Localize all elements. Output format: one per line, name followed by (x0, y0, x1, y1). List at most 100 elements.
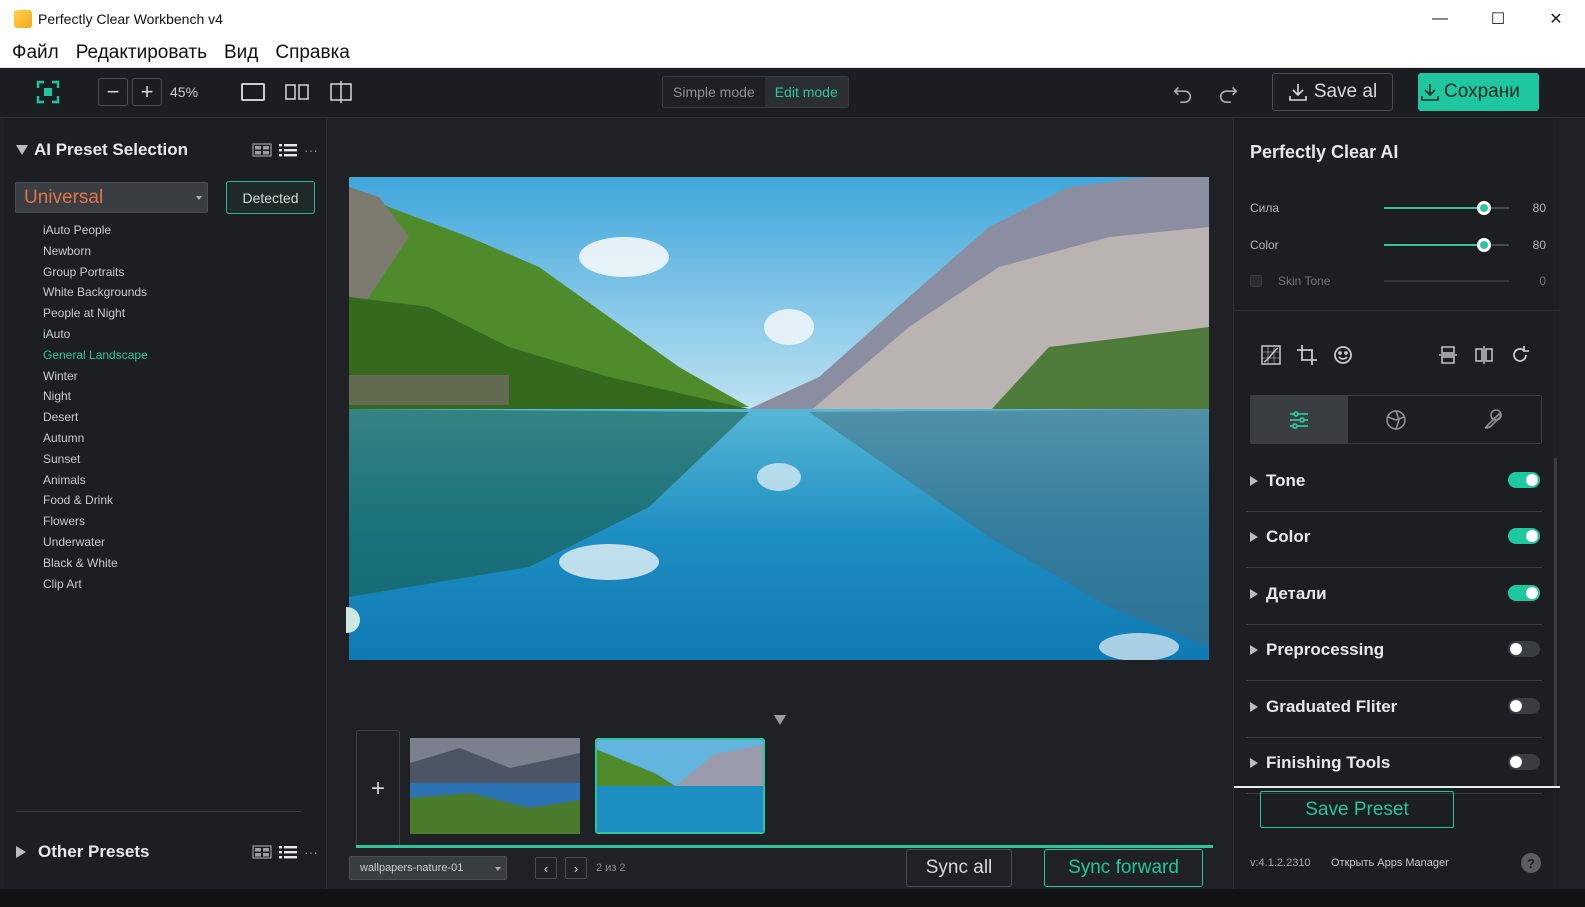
preset-list: iAuto People Newborn Group Portraits White … (43, 220, 148, 594)
preset-item[interactable]: Desert (43, 407, 148, 428)
preset-item[interactable]: People at Night (43, 303, 148, 324)
menu-help[interactable]: Справка (275, 42, 350, 64)
side-by-side-icon[interactable] (284, 80, 310, 104)
preset-item[interactable]: iAuto People (43, 220, 148, 241)
crop-icon[interactable] (1296, 344, 1318, 366)
redo-icon[interactable] (1217, 82, 1239, 104)
more-options-icon[interactable]: ··· (304, 142, 318, 158)
sync-all-button[interactable]: Sync all (906, 849, 1012, 887)
skin-tone-checkbox[interactable] (1250, 275, 1262, 287)
grid-view-icon[interactable] (252, 142, 272, 158)
maximize-button[interactable]: ☐ (1469, 0, 1527, 38)
preset-item[interactable]: White Backgrounds (43, 282, 148, 303)
section-label: Color (1266, 527, 1311, 547)
slider-knob[interactable] (1477, 238, 1491, 252)
section-toggle[interactable] (1508, 472, 1540, 488)
detected-button[interactable]: Detected (226, 181, 315, 214)
tab-effects[interactable] (1348, 396, 1445, 443)
section-toggle[interactable] (1508, 584, 1540, 601)
slider-value: 80 (1532, 238, 1546, 252)
preset-item[interactable]: Winter (43, 366, 148, 387)
section-row[interactable]: Tone (1246, 456, 1542, 512)
preset-item[interactable]: Night (43, 386, 148, 407)
menu-file[interactable]: Файл (12, 42, 59, 64)
window-controls: — ☐ ✕ (1411, 0, 1585, 38)
menu-edit[interactable]: Редактировать (76, 42, 207, 64)
fit-screen-icon[interactable] (36, 80, 60, 104)
flip-vertical-icon[interactable] (1437, 344, 1459, 366)
section-toggle[interactable] (1508, 528, 1540, 545)
rotate-icon[interactable] (1509, 344, 1531, 366)
preset-item[interactable]: Animals (43, 470, 148, 491)
preset-item[interactable]: iAuto (43, 324, 148, 345)
save-preset-button[interactable]: Save Preset (1260, 791, 1454, 828)
preset-item[interactable]: Clip Art (43, 574, 148, 595)
slider-knob[interactable] (1477, 201, 1491, 215)
list-view-icon[interactable] (278, 844, 298, 860)
preset-item[interactable]: Sunset (43, 449, 148, 470)
help-icon[interactable]: ? (1521, 853, 1541, 873)
curves-icon[interactable] (1260, 344, 1282, 366)
section-row[interactable]: Preprocessing (1246, 625, 1542, 682)
section-toggle[interactable] (1508, 641, 1540, 658)
thumbnail-2[interactable] (595, 738, 765, 834)
tab-retouch[interactable] (1444, 396, 1541, 443)
preset-item[interactable]: Group Portraits (43, 262, 148, 283)
face-icon[interactable] (1332, 344, 1354, 366)
preset-category-dropdown[interactable]: Universal (15, 182, 208, 213)
tab-adjustments[interactable] (1251, 396, 1348, 443)
prev-image-button[interactable]: ‹ (535, 857, 557, 879)
filmstrip-scrollbar[interactable] (356, 845, 1213, 848)
ai-preset-header[interactable]: AI Preset Selection (16, 140, 188, 160)
save-button[interactable]: Сохрани (1418, 73, 1539, 111)
next-image-button[interactable]: › (565, 857, 587, 879)
strength-slider[interactable] (1384, 201, 1509, 215)
zoom-level: 45% (170, 84, 199, 100)
preset-item[interactable]: General Landscape (43, 345, 148, 366)
section-row[interactable]: Color (1246, 512, 1542, 569)
zoom-out-button[interactable]: − (98, 78, 128, 106)
more-options-icon[interactable]: ··· (304, 844, 318, 860)
minimize-button[interactable]: — (1411, 0, 1469, 38)
preset-item[interactable]: Food & Drink (43, 490, 148, 511)
preset-item[interactable]: Autumn (43, 428, 148, 449)
download-icon (1289, 84, 1307, 101)
color-slider[interactable] (1384, 238, 1509, 252)
preset-item[interactable]: Black & White (43, 553, 148, 574)
split-view-icon[interactable] (328, 80, 354, 104)
slider-label: Color (1250, 238, 1279, 252)
panel-scrollbar[interactable] (1554, 458, 1557, 788)
preset-item[interactable]: Underwater (43, 532, 148, 553)
add-image-button[interactable]: + (356, 730, 400, 848)
filmstrip-marker-icon (774, 715, 786, 725)
preset-item[interactable]: Newborn (43, 241, 148, 262)
save-all-button[interactable]: Save al (1272, 73, 1393, 111)
close-button[interactable]: ✕ (1527, 0, 1585, 38)
grid-view-icon[interactable] (252, 844, 272, 860)
menu-view[interactable]: Вид (224, 42, 258, 64)
section-row[interactable]: Graduated Fliter (1246, 682, 1542, 738)
preset-item[interactable]: Flowers (43, 511, 148, 532)
file-select-dropdown[interactable]: wallpapers-nature-01 (349, 856, 507, 880)
zoom-in-button[interactable]: + (132, 78, 162, 106)
edit-mode-button[interactable]: Edit mode (764, 77, 848, 107)
skin-tone-slider[interactable] (1384, 280, 1509, 282)
apps-manager-link[interactable]: Открыть Apps Manager (1331, 857, 1449, 869)
slider-fill (1384, 244, 1484, 246)
list-view-icon[interactable] (278, 142, 298, 158)
section-row[interactable]: Детали (1246, 569, 1542, 625)
undo-icon[interactable] (1172, 82, 1194, 104)
main-photo[interactable] (349, 177, 1209, 660)
simple-mode-button[interactable]: Simple mode (663, 77, 765, 107)
section-toggle[interactable] (1508, 754, 1540, 770)
image-counter: 2 из 2 (596, 862, 626, 874)
other-presets-header[interactable]: Other Presets (16, 842, 150, 862)
toggle-knob (1526, 586, 1538, 599)
flip-horizontal-icon[interactable] (1473, 344, 1495, 366)
app-icon (14, 10, 32, 28)
thumbnail-1[interactable] (410, 738, 580, 834)
sync-forward-button[interactable]: Sync forward (1044, 849, 1203, 887)
section-toggle[interactable] (1508, 697, 1540, 714)
single-view-icon[interactable] (240, 80, 266, 104)
skin-tone-slider-row: Skin Tone 0 (1250, 271, 1546, 291)
